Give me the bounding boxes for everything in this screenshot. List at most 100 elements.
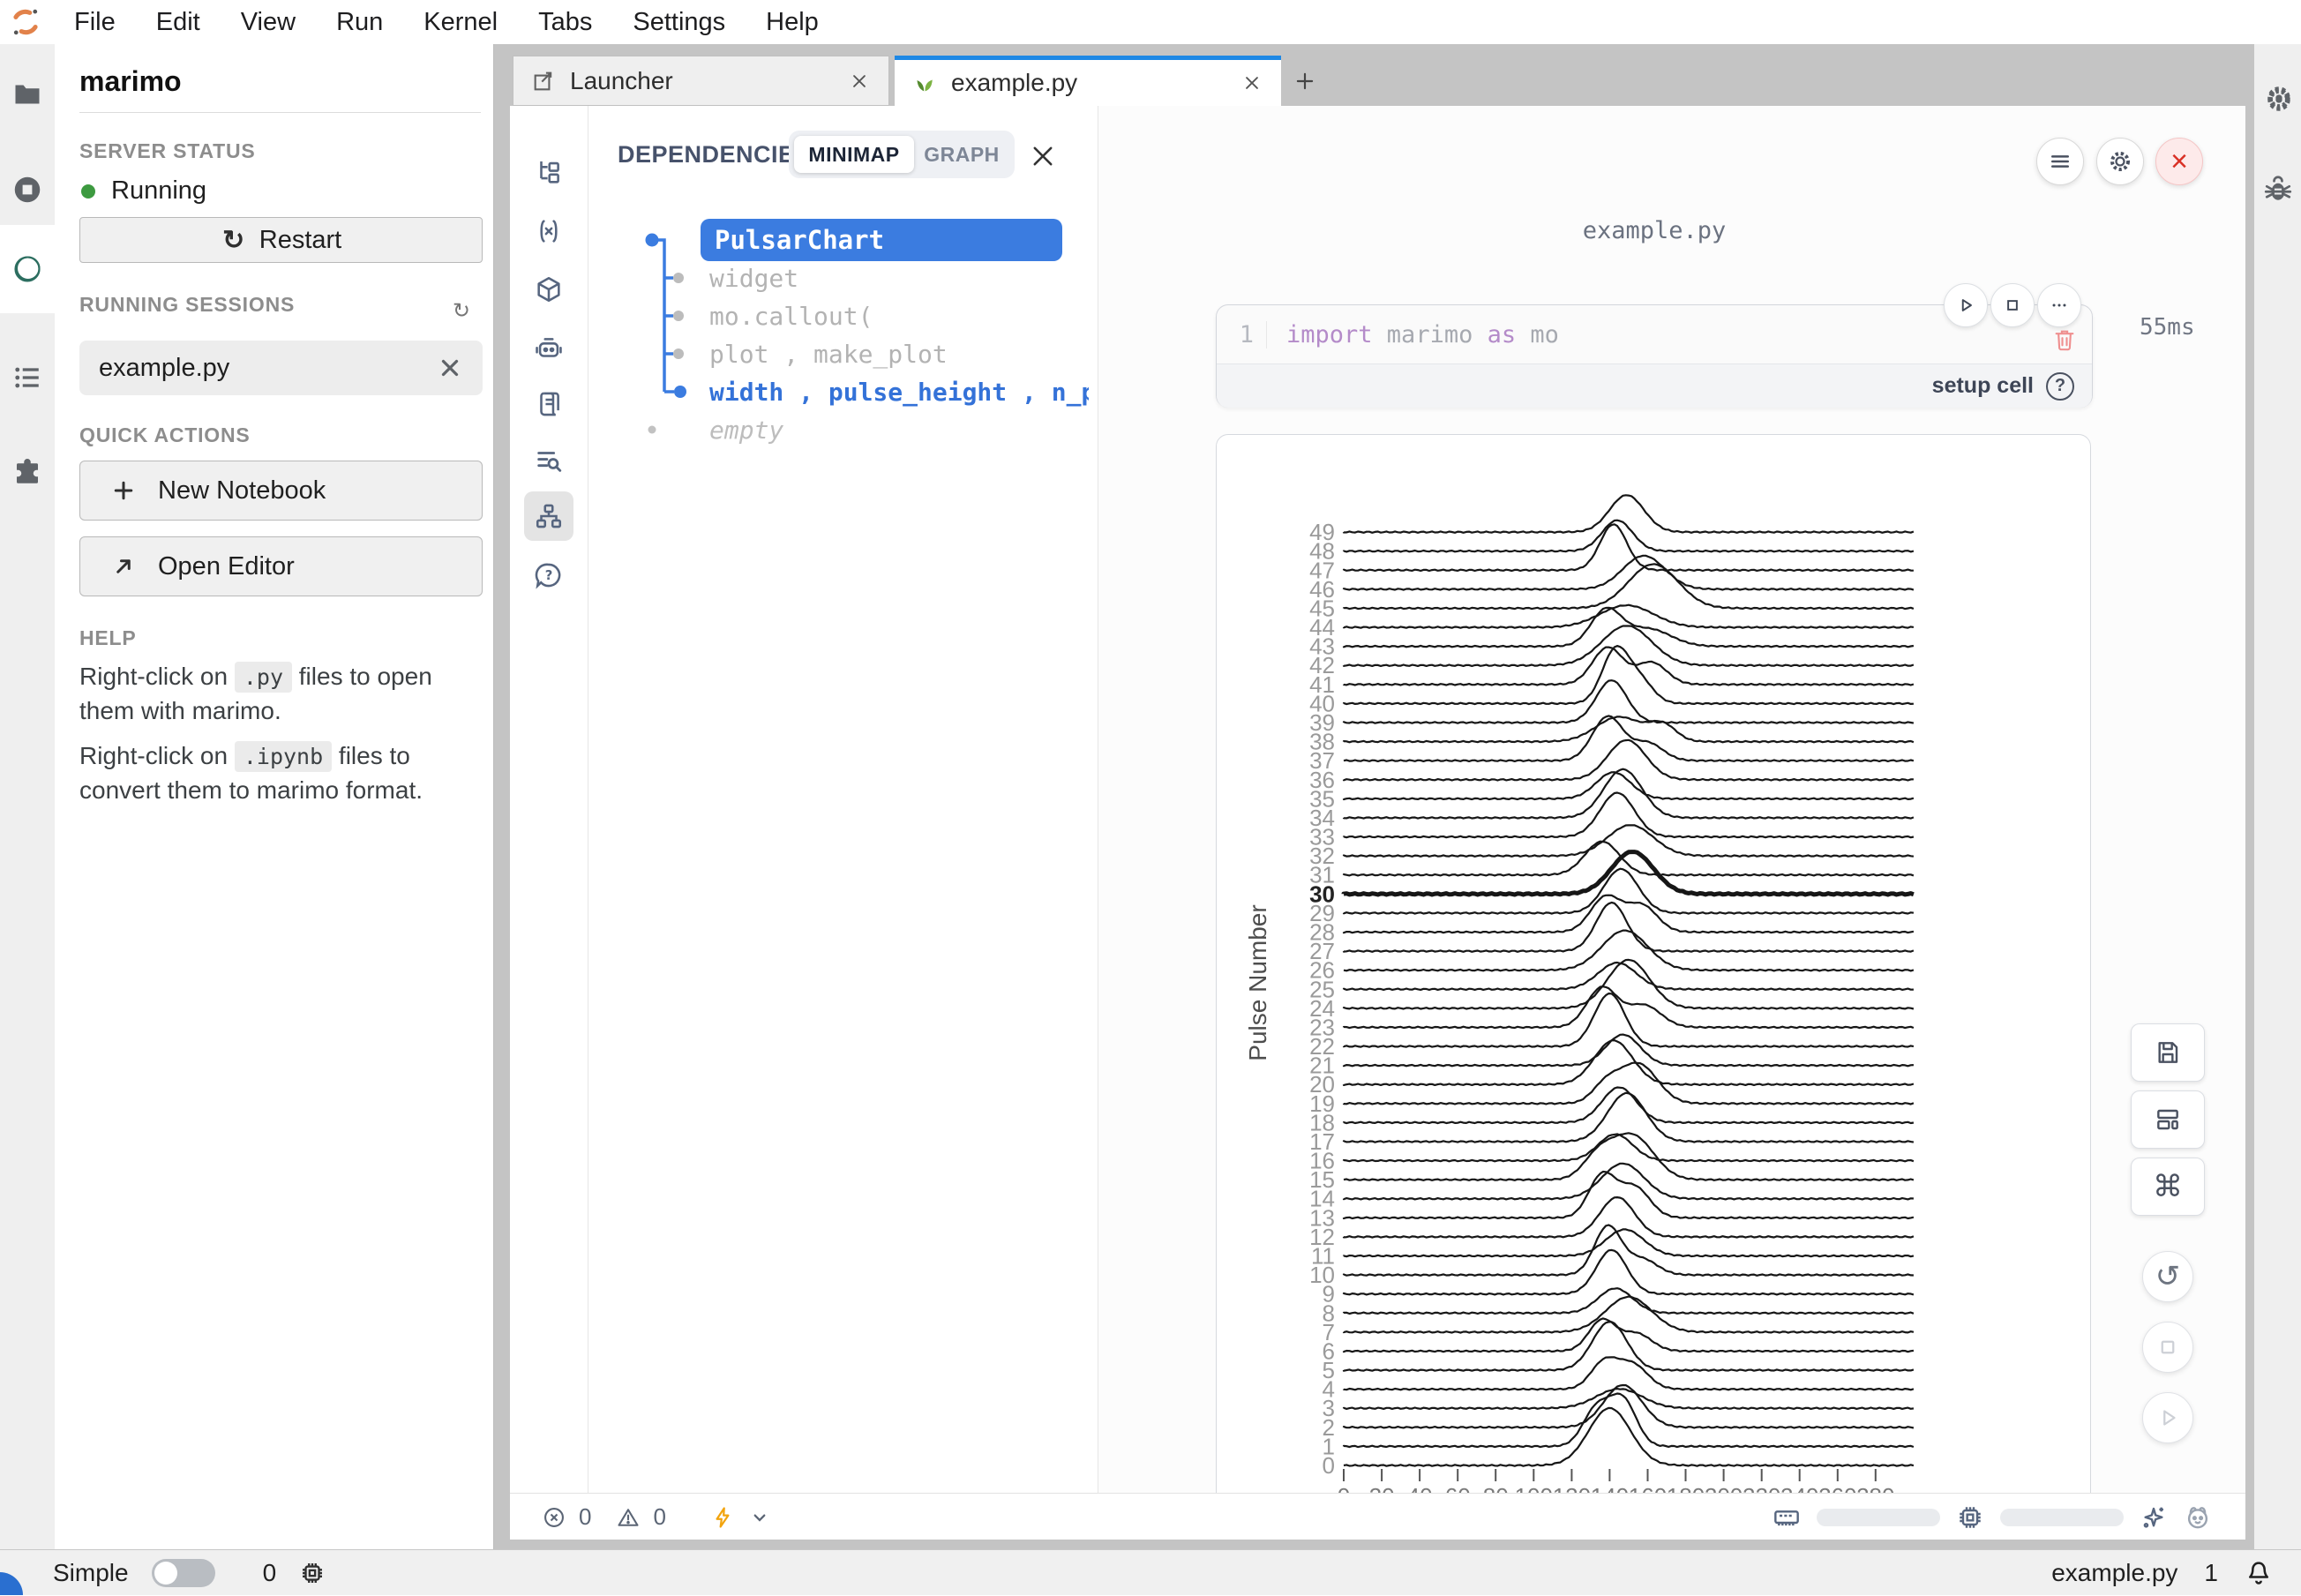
tab-label: example.py (951, 69, 1077, 97)
statusbar-right: example.py 1 (2051, 1550, 2273, 1596)
open-editor-button[interactable]: Open Editor (79, 536, 483, 596)
dependencies-panel: DEPENDENCIES MINIMAP GRAPH PulsarChartwi… (588, 106, 1098, 1493)
menu-item-settings[interactable]: Settings (633, 8, 725, 37)
running-terminals-icon[interactable] (3, 165, 52, 214)
ai-chat-icon[interactable] (524, 324, 573, 373)
property-inspector-icon[interactable] (2257, 78, 2299, 120)
run-all-button[interactable] (2142, 1392, 2193, 1443)
refresh-sessions-icon[interactable]: ↻ (453, 298, 470, 324)
restart-button[interactable]: ↻ Restart (79, 217, 483, 263)
tab-launcher[interactable]: Launcher (513, 56, 889, 106)
table-of-contents-icon[interactable] (3, 353, 52, 402)
menu-item-help[interactable]: Help (766, 8, 819, 37)
simple-mode-label: Simple (53, 1559, 129, 1587)
cell-more-button[interactable] (2037, 283, 2081, 327)
svg-text:200: 200 (1705, 1483, 1743, 1493)
dependencies-icon[interactable] (524, 491, 573, 541)
diagnostics-group: 0 0 (542, 1494, 772, 1540)
marimo-icon[interactable] (3, 244, 52, 294)
tab-close-icon[interactable] (1240, 71, 1263, 94)
notebook-menu-button[interactable] (2036, 138, 2084, 185)
cell-explorer-icon[interactable] (524, 147, 573, 197)
svg-text:120: 120 (1553, 1483, 1591, 1493)
logs-icon[interactable] (524, 379, 573, 429)
dependency-item-2[interactable]: mo.callout( (709, 296, 1089, 335)
menubar: File Edit View Run Kernel Tabs Settings Help (0, 0, 2301, 44)
chart-output-card: 0123456789101112131415161718192021222324… (1216, 434, 2091, 1493)
cpu-icon (1956, 1503, 1984, 1532)
session-name: example.py (99, 354, 229, 383)
cpu-status-icon[interactable] (299, 1560, 326, 1586)
status-dot (81, 184, 95, 199)
new-tab-button[interactable] (1285, 56, 1325, 106)
tab-example-py[interactable]: example.py (895, 56, 1281, 106)
menu-item-edit[interactable]: Edit (156, 8, 200, 37)
documentation-icon[interactable]: ? (524, 551, 573, 600)
variables-icon[interactable] (524, 206, 573, 256)
plus-icon (1293, 70, 1316, 93)
keyboard-shortcuts-button[interactable]: ⌘ (2131, 1158, 2205, 1216)
dependency-item-5[interactable]: empty (709, 410, 1089, 449)
dependency-item-pulsarchart[interactable]: PulsarChart (701, 219, 1062, 261)
menu-item-run[interactable]: Run (336, 8, 383, 37)
marimo-sidebar: marimo SERVER STATUS Running ↻ Restart R… (55, 44, 494, 1549)
stop-cell-button[interactable] (1990, 283, 2035, 327)
ipynb-extension-chip: .ipynb (235, 741, 332, 772)
scratchpad-icon[interactable] (524, 436, 573, 485)
ai-sparkle-icon[interactable] (2140, 1503, 2168, 1532)
active-file-label[interactable]: example.py (2051, 1559, 2177, 1587)
menu-item-tabs[interactable]: Tabs (538, 8, 592, 37)
main-dock-panel: Launcher example.py ? DEPENDENCIES MINIM… (510, 56, 2245, 1540)
gear-icon (2107, 148, 2133, 175)
lightning-icon[interactable] (710, 1505, 735, 1530)
corner-accent (0, 1572, 23, 1595)
help-paragraph: Right-click on .py files to open them wi… (79, 660, 476, 728)
layout-button[interactable] (2131, 1090, 2205, 1149)
run-cell-button[interactable] (1944, 283, 1988, 327)
debugger-icon[interactable] (2257, 169, 2299, 211)
session-item[interactable]: example.py (79, 341, 483, 395)
menu-item-file[interactable]: File (74, 8, 116, 37)
help-paragraph: Right-click on .ipynb files to convert t… (79, 739, 476, 807)
extension-manager-icon[interactable] (3, 447, 52, 497)
packages-icon[interactable] (524, 265, 573, 314)
setup-cell-help-icon[interactable]: ? (2046, 372, 2074, 401)
server-status-row: Running (81, 176, 206, 206)
assistant-face-icon[interactable] (2184, 1503, 2212, 1532)
delete-cell-icon[interactable] (2051, 326, 2078, 353)
new-notebook-button[interactable]: New Notebook (79, 461, 483, 521)
dependency-item-1[interactable]: widget (709, 259, 1089, 297)
notebook-settings-button[interactable] (2096, 138, 2144, 185)
pulsar-ridgeline-chart: 0123456789101112131415161718192021222324… (1217, 435, 2092, 1493)
dependency-item-3[interactable]: plot , make_plot (709, 334, 1089, 373)
ellipsis-icon (2048, 294, 2071, 317)
status-bar: Simple 0 example.py 1 (0, 1549, 2301, 1595)
svg-text:220: 220 (1743, 1483, 1780, 1493)
stop-icon (2001, 294, 2024, 317)
session-close-icon[interactable] (437, 355, 463, 381)
bell-icon[interactable] (2245, 1559, 2273, 1587)
svg-text:160: 160 (1629, 1483, 1667, 1493)
new-notebook-label: New Notebook (158, 476, 326, 506)
notebook-shutdown-button[interactable]: × (2155, 138, 2203, 185)
svg-text:180: 180 (1667, 1483, 1705, 1493)
hamburger-icon (2047, 148, 2073, 175)
simple-mode-toggle[interactable] (152, 1559, 215, 1587)
interrupt-button[interactable] (2142, 1322, 2193, 1373)
code-line[interactable]: import marimo as mo (1266, 321, 1559, 348)
help-heading: HELP (79, 626, 137, 650)
dependency-item-4[interactable]: width , pulse_height , n_poi (709, 372, 1089, 411)
close-panel-icon[interactable] (1028, 141, 1058, 171)
graph-toggle[interactable]: GRAPH (914, 136, 1009, 173)
undo-button[interactable]: ↺ (2142, 1251, 2193, 1302)
undo-icon: ↺ (2155, 1259, 2181, 1294)
menu-item-kernel[interactable]: Kernel (423, 8, 498, 37)
menu-item-view[interactable]: View (241, 8, 296, 37)
save-button[interactable] (2131, 1023, 2205, 1082)
file-browser-icon[interactable] (3, 70, 52, 119)
chevron-down-icon[interactable] (747, 1505, 772, 1530)
tab-close-icon[interactable] (848, 70, 871, 93)
tab-bar: Launcher example.py (510, 56, 2245, 106)
layout-icon (2154, 1105, 2182, 1134)
minimap-toggle[interactable]: MINIMAP (794, 136, 914, 173)
